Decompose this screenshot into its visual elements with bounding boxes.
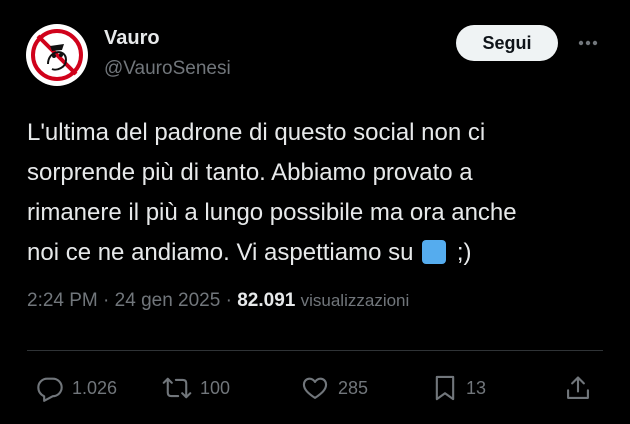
views-label: visualizzazioni — [300, 291, 410, 310]
reply-count: 1.026 — [72, 377, 118, 398]
like-count: 285 — [338, 377, 369, 398]
bookmark-button[interactable]: 13 — [432, 368, 486, 408]
follow-button[interactable]: Segui — [456, 25, 558, 61]
meta-separator: · — [103, 290, 110, 311]
like-icon — [302, 377, 328, 399]
tweet-line: sorprende più di tanto. Abbiamo provato … — [27, 159, 473, 186]
share-icon — [567, 376, 589, 399]
tweet-date[interactable]: 24 gen 2025 — [115, 290, 221, 311]
repost-count: 100 — [200, 377, 231, 398]
views-count: 82.091 — [237, 290, 296, 311]
like-button[interactable]: 285 — [300, 368, 368, 408]
author-handle[interactable]: @VauroSenesi — [104, 58, 231, 80]
tweet-line-text: ;) — [456, 239, 472, 266]
more-options[interactable] — [574, 31, 602, 55]
tweet-line-text: noi ce ne andiamo. Vi aspettiamo su — [27, 239, 414, 266]
repost-icon — [162, 377, 192, 399]
meta-separator: · — [225, 290, 232, 311]
action-bar: 1.026 100 285 13 — [0, 368, 630, 408]
bookmark-count: 13 — [466, 377, 487, 398]
repost-button[interactable]: 100 — [162, 368, 230, 408]
divider — [27, 350, 603, 351]
tweet-time[interactable]: 2:24 PM — [27, 290, 98, 311]
more-icon — [578, 40, 598, 46]
tweet-meta: 2:24 PM · 24 gen 2025 · 82.091 visualizz… — [27, 290, 409, 312]
author-name[interactable]: Vauro — [104, 27, 160, 50]
reply-icon — [37, 377, 63, 402]
tweet-line: rimanere il più a lungo possibile ma ora… — [27, 199, 517, 226]
share-button[interactable] — [564, 368, 592, 408]
tweet-line-last: noi ce ne andiamo. Vi aspettiamo su ;) — [27, 233, 607, 273]
avatar-image — [28, 26, 86, 84]
tweet-text: L'ultima del padrone di questo social no… — [27, 113, 607, 273]
blue-square-emoji-icon — [422, 240, 447, 264]
bookmark-icon — [435, 375, 455, 401]
tweet-line: L'ultima del padrone di questo social no… — [27, 119, 486, 146]
avatar[interactable] — [26, 24, 88, 86]
reply-button[interactable]: 1.026 — [36, 368, 117, 408]
